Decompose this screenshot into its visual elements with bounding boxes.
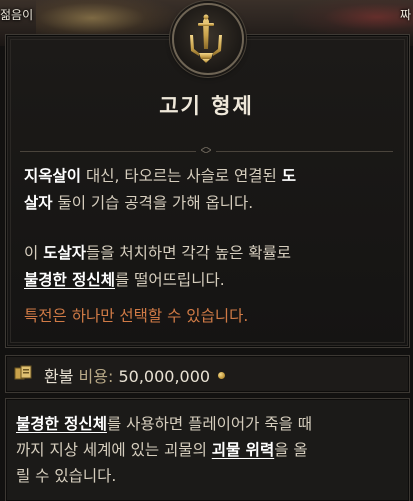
refund-bar[interactable]: 환불 비용: 50,000,000 [5,355,410,393]
desc2-text-a: 이 [24,244,44,262]
desc2-text-b: 들을 처치하면 각각 높은 확률로 [85,244,292,262]
tooltip-text-a: 를 사용하면 플레이어가 죽을 때 [106,415,313,433]
desc1-text-b: 둘이 기습 공격을 가해 옵니다. [52,194,254,212]
sword-trident-icon [172,3,244,75]
keyword-butcher-b: 살자 [24,194,53,212]
perk-title: 고기 형제 [159,93,254,118]
desc1-text-a: 대신, 타오르는 사슬로 연결된 [81,167,282,185]
tooltip-text: 불경한 정신체를 사용하면 플레이어가 죽을 때까지 지상 세계에 있는 괴물의… [16,411,408,489]
tooltip-text-c: 을 올 [274,441,308,459]
keyword-butcher-a: 도 [281,167,296,185]
keyword-unholy-essence-link[interactable]: 불경한 정신체 [24,271,115,289]
perk-description-1: 지옥살이 대신, 타오르는 사슬로 연결된 도살자 둘이 기습 공격을 가해 옵… [24,163,404,217]
keyword-tooltip: 불경한 정신체를 사용하면 플레이어가 죽을 때까지 지상 세계에 있는 괴물의… [5,398,410,501]
gold-coin-icon [218,372,226,379]
top-right-label: 짜 [399,8,411,22]
refund-amount: 50,000,000 [113,367,211,386]
top-left-label: 젊음이 [0,8,34,22]
keyword-hell-tide: 지옥살이 [24,167,82,185]
emblem-graphic [190,14,222,63]
cost-label: 비용: [78,367,114,386]
desc2-text-c: 를 떨어뜨립니다. [114,271,225,289]
keyword-butchers: 도살자 [43,244,86,262]
tooltip-text-d: 릴 수 있습니다. [16,467,117,485]
single-perk-warning: 특전은 하나만 선택할 수 있습니다. [24,307,249,325]
scene-glow-left [36,0,176,34]
tooltip-keyword-unholy-essence[interactable]: 불경한 정신체 [16,415,107,433]
title-divider [20,147,393,155]
perk-description-2: 이 도살자들을 처치하면 각각 높은 확률로불경한 정신체를 떨어뜨립니다. [24,240,404,294]
tooltip-text-b: 까지 지상 세계에 있는 괴물의 [16,441,212,459]
refund-icon [14,365,32,380]
divider-ornament-icon [201,147,211,153]
refund-word: 환불 [44,367,79,386]
scene-glow-right [293,0,413,38]
tooltip-keyword-monster-power[interactable]: 괴물 위력 [212,441,274,459]
refund-label: 환불 비용: 50,000,000 [44,363,226,387]
